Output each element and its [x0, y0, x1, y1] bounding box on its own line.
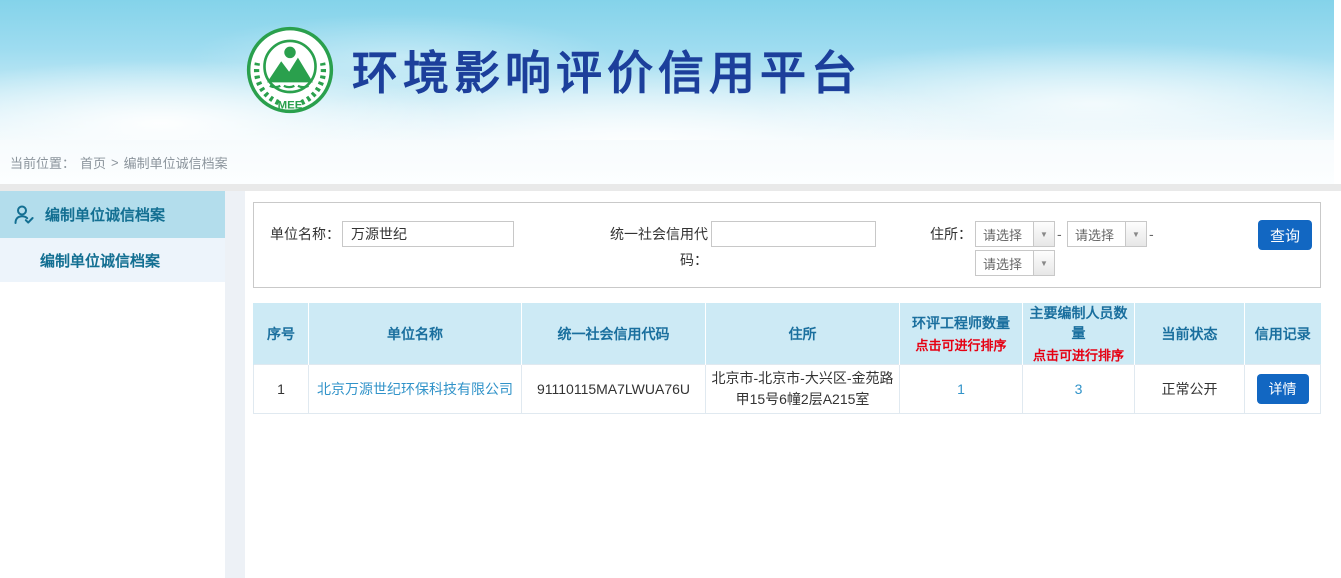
chevron-down-icon[interactable]: ▼	[1125, 222, 1146, 246]
table-header-row: 序号 单位名称 统一社会信用代码 住所 环评工程师数量 点击可进行排序 主要编制…	[254, 303, 1321, 365]
col-status: 当前状态	[1135, 303, 1245, 365]
sort-hint: 点击可进行排序	[1023, 345, 1134, 364]
unit-name-label: 单位名称：	[264, 221, 340, 247]
sidebar-gap	[225, 191, 245, 578]
main-content: 单位名称： 统一社会信用代码： 住所： 请选择 ▼ - 请选择 ▼ - 请选择 …	[245, 191, 1334, 578]
breadcrumb-label: 当前位置：	[10, 153, 75, 172]
header-banner: MEE 环境影响评价信用平台	[0, 0, 1334, 140]
sidebar-item-label: 编制单位诚信档案	[45, 204, 165, 225]
user-check-icon	[12, 203, 36, 227]
province-select[interactable]: 请选择 ▼	[975, 221, 1055, 247]
page: MEE 环境影响评价信用平台 当前位置： 首页 > 编制单位诚信档案 编制单位诚…	[0, 0, 1334, 578]
results-table: 序号 单位名称 统一社会信用代码 住所 环评工程师数量 点击可进行排序 主要编制…	[253, 303, 1321, 414]
table-row: 1 北京万源世纪环保科技有限公司 91110115MA7LWUA76U 北京市-…	[254, 365, 1321, 414]
cell-index: 1	[254, 365, 309, 414]
district-select[interactable]: 请选择 ▼	[975, 250, 1055, 276]
credit-code-label: 统一社会信用代码：	[584, 221, 708, 273]
province-select-value: 请选择	[976, 225, 1033, 244]
city-select-value: 请选择	[1068, 225, 1125, 244]
mee-logo-icon: MEE	[246, 26, 334, 114]
mee-logo-text: MEE	[278, 100, 303, 112]
sidebar-subitem-credit-archive[interactable]: 编制单位诚信档案	[0, 238, 225, 282]
city-select[interactable]: 请选择 ▼	[1067, 221, 1147, 247]
detail-button[interactable]: 详情	[1257, 374, 1309, 404]
col-index: 序号	[254, 303, 309, 365]
address-label: 住所：	[894, 221, 972, 247]
chevron-down-icon[interactable]: ▼	[1033, 222, 1054, 246]
col-address: 住所	[706, 303, 900, 365]
col-credit-code: 统一社会信用代码	[522, 303, 706, 365]
col-credit-record: 信用记录	[1245, 303, 1321, 365]
engineer-count-link[interactable]: 1	[957, 381, 965, 397]
divider	[0, 184, 1341, 191]
breadcrumb-home-link[interactable]: 首页	[80, 153, 106, 172]
editor-count-link[interactable]: 3	[1075, 381, 1083, 397]
search-panel: 单位名称： 统一社会信用代码： 住所： 请选择 ▼ - 请选择 ▼ - 请选择 …	[253, 202, 1321, 288]
col-editor-count-sort[interactable]: 主要编制人员数量 点击可进行排序	[1023, 303, 1135, 365]
cell-credit-code: 91110115MA7LWUA76U	[522, 365, 706, 414]
breadcrumb-current: 编制单位诚信档案	[124, 153, 228, 172]
unit-name-input[interactable]	[342, 221, 514, 247]
address-dash-1: -	[1057, 221, 1062, 247]
breadcrumb-separator: >	[111, 155, 119, 170]
sidebar-item-credit-archive[interactable]: 编制单位诚信档案	[0, 191, 225, 238]
chevron-down-icon[interactable]: ▼	[1033, 251, 1054, 275]
sort-hint: 点击可进行排序	[900, 335, 1022, 354]
sidebar-subitem-label: 编制单位诚信档案	[40, 250, 160, 271]
credit-code-input[interactable]	[711, 221, 876, 247]
site-title: 环境影响评价信用平台	[352, 37, 862, 103]
district-select-value: 请选择	[976, 254, 1033, 273]
cell-status: 正常公开	[1135, 365, 1245, 414]
col-unit-name: 单位名称	[309, 303, 522, 365]
address-dash-2: -	[1149, 221, 1154, 247]
query-button[interactable]: 查询	[1258, 220, 1312, 250]
breadcrumb: 当前位置： 首页 > 编制单位诚信档案	[0, 140, 1334, 184]
unit-name-link[interactable]: 北京万源世纪环保科技有限公司	[317, 381, 513, 397]
col-engineer-count-sort[interactable]: 环评工程师数量 点击可进行排序	[900, 303, 1023, 365]
sidebar: 编制单位诚信档案 编制单位诚信档案	[0, 191, 225, 578]
cell-address: 北京市-北京市-大兴区-金苑路甲15号6幢2层A215室	[706, 365, 900, 414]
